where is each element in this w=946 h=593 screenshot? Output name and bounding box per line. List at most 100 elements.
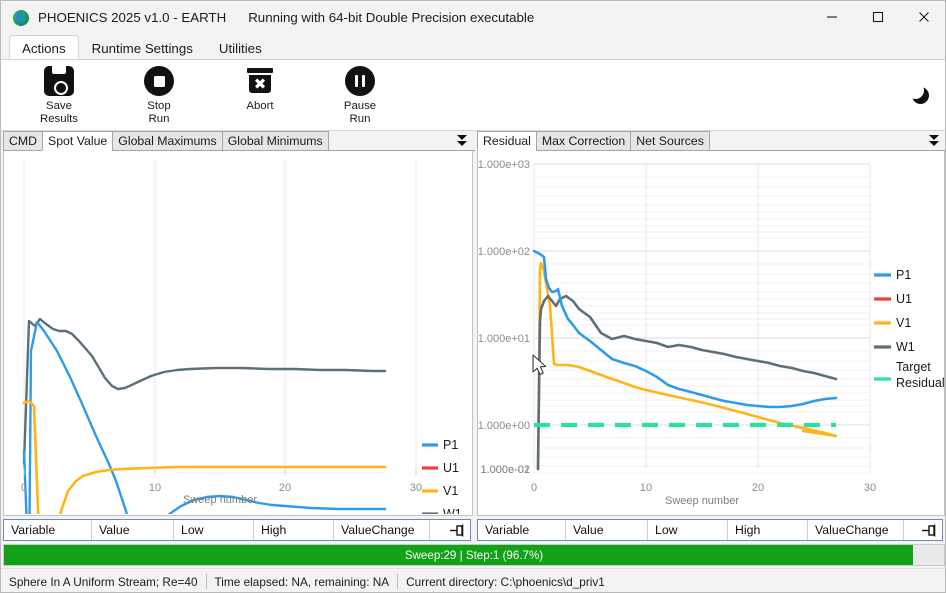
series-W1	[538, 296, 836, 469]
column-header-value[interactable]: Value	[566, 520, 648, 540]
column-header-value[interactable]: Value	[92, 520, 174, 540]
right-panel-tab-strip: Residual Max Correction Net Sources	[475, 131, 946, 151]
panel-tab-net-sources[interactable]: Net Sources	[630, 131, 710, 151]
x-axis-ticks: 0 10 20 30	[21, 469, 422, 494]
panel-tab-residual[interactable]: Residual	[477, 131, 537, 151]
y-tick-label: 1.000e+02	[478, 246, 530, 258]
residual-svg: 1.000e+03 1.000e+02 1.000e+01 1.000e+00 …	[478, 151, 944, 514]
legend-label-U1: U1	[896, 292, 912, 306]
tab-runtime-settings[interactable]: Runtime Settings	[79, 35, 206, 60]
legend-label-target-line2: Residual	[896, 376, 944, 390]
y-tick-label: 1.000e+03	[478, 159, 530, 171]
column-header-low[interactable]: Low	[648, 520, 728, 540]
application-window: PHOENICS 2025 v1.0 - EARTH Running with …	[0, 0, 946, 593]
series-P1	[24, 322, 385, 514]
pin-icon[interactable]	[922, 524, 936, 537]
maximize-button[interactable]	[855, 1, 901, 33]
pause-run-label: Pause Run	[344, 100, 376, 126]
save-results-label: Save Results	[40, 100, 78, 126]
column-header-valuechange[interactable]: ValueChange	[334, 520, 430, 540]
minimize-button[interactable]	[809, 1, 855, 33]
legend-label-target-line1: Target	[896, 360, 931, 374]
trash-x-icon: ✖	[243, 64, 277, 98]
residual-table: Variable Value Low High ValueChange	[477, 519, 943, 541]
left-tab-filler	[328, 131, 475, 151]
column-header-low[interactable]: Low	[174, 520, 254, 540]
column-header-variable[interactable]: Variable	[478, 520, 566, 540]
status-time-elapsed: Time elapsed: NA, remaining: NA	[207, 575, 398, 589]
ribbon-tab-strip: Actions Runtime Settings Utilities	[1, 34, 946, 60]
tab-utilities[interactable]: Utilities	[206, 35, 275, 60]
y-tick-label: 1.000e+00	[478, 420, 530, 432]
pin-column[interactable]	[430, 520, 470, 540]
x-tick-label: 20	[279, 482, 291, 494]
x-tick-label: 0	[531, 482, 537, 494]
stop-run-label: Stop Run	[147, 100, 170, 126]
spot-value-svg: 0 10 20 30 Sweep number P1 U1 V1 W1	[4, 151, 472, 514]
residual-plot[interactable]: 1.000e+03 1.000e+02 1.000e+01 1.000e+00 …	[477, 151, 945, 516]
moon-icon	[912, 87, 929, 104]
legend-label-P1: P1	[896, 268, 911, 282]
series-W1	[24, 319, 385, 463]
column-header-high[interactable]: High	[254, 520, 334, 540]
progress-bar: Sweep:29 | Step:1 (96.7%)	[3, 544, 945, 566]
x-axis-ticks: 0 10 20 30	[531, 482, 876, 494]
panel-tab-spot-value[interactable]: Spot Value	[42, 131, 113, 151]
pin-icon[interactable]	[450, 524, 464, 537]
x-tick-label: 30	[864, 482, 876, 494]
panel-tab-cmd[interactable]: CMD	[3, 131, 43, 151]
gridlines	[24, 159, 416, 469]
status-bar: Sphere In A Uniform Stream; Re=40 Time e…	[1, 568, 946, 593]
chevron-down-double-icon[interactable]	[454, 132, 470, 148]
x-tick-label: 10	[640, 482, 652, 494]
abort-label: Abort	[246, 100, 273, 113]
window-controls	[809, 1, 946, 33]
save-results-button[interactable]: Save Results	[27, 64, 91, 126]
legend-label-V1: V1	[443, 484, 458, 498]
y-tick-label: 1.000e+01	[478, 333, 530, 345]
pin-column[interactable]	[904, 520, 942, 540]
x-tick-label: 0	[21, 482, 27, 494]
x-axis-title: Sweep number	[665, 495, 739, 507]
legend-label-V1: V1	[896, 316, 911, 330]
x-tick-label: 20	[752, 482, 764, 494]
panel-tab-max-correction[interactable]: Max Correction	[536, 131, 631, 151]
residual-legend: P1 U1 V1 W1 Target Residual	[874, 268, 944, 390]
stop-run-button[interactable]: Stop Run	[127, 64, 191, 126]
status-current-directory: Current directory: C:\phoenics\d_priv1	[398, 575, 613, 589]
left-panel-tab-strip: CMD Spot Value Global Maximums Global Mi…	[1, 131, 475, 151]
spot-value-plot[interactable]: 0 10 20 30 Sweep number P1 U1 V1 W1	[3, 151, 473, 516]
x-tick-label: 30	[410, 482, 422, 494]
panel-tab-global-maximums[interactable]: Global Maximums	[112, 131, 222, 151]
legend-label-P1: P1	[443, 438, 458, 452]
status-case-name: Sphere In A Uniform Stream; Re=40	[1, 575, 206, 589]
gridlines-minor	[534, 177, 870, 473]
ribbon-toolbar: Save Results Stop Run ✖ Abort Pause Run	[1, 59, 946, 131]
title-bar: PHOENICS 2025 v1.0 - EARTH Running with …	[1, 1, 946, 34]
theme-toggle-button[interactable]	[903, 78, 937, 112]
legend-label-U1: U1	[443, 461, 459, 475]
column-header-valuechange[interactable]: ValueChange	[808, 520, 904, 540]
right-tab-filler	[709, 131, 946, 151]
legend-label-W1: W1	[896, 340, 915, 354]
abort-button[interactable]: ✖ Abort	[228, 64, 292, 113]
spot-value-panel: CMD Spot Value Global Maximums Global Mi…	[1, 131, 475, 543]
y-axis-ticks: 1.000e+03 1.000e+02 1.000e+01 1.000e+00 …	[478, 159, 530, 476]
column-header-variable[interactable]: Variable	[4, 520, 92, 540]
floppy-disk-icon	[42, 64, 76, 98]
progress-bar-label: Sweep:29 | Step:1 (96.7%)	[4, 545, 944, 565]
pause-run-button[interactable]: Pause Run	[328, 64, 392, 126]
column-header-high[interactable]: High	[728, 520, 808, 540]
phoenics-logo-icon	[13, 10, 29, 26]
x-tick-label: 10	[149, 482, 161, 494]
chevron-down-double-icon[interactable]	[926, 132, 942, 148]
residual-panel: Residual Max Correction Net Sources	[475, 131, 946, 543]
tab-actions[interactable]: Actions	[9, 35, 79, 60]
close-button[interactable]	[901, 1, 946, 33]
legend-label-W1: W1	[443, 507, 462, 514]
window-subtitle: Running with 64-bit Double Precision exe…	[248, 10, 534, 25]
x-axis-title: Sweep number	[183, 494, 257, 506]
panel-tab-global-minimums[interactable]: Global Minimums	[222, 131, 329, 151]
window-title: PHOENICS 2025 v1.0 - EARTH	[38, 10, 226, 25]
y-tick-label-last: 1.000e-02	[480, 464, 530, 476]
